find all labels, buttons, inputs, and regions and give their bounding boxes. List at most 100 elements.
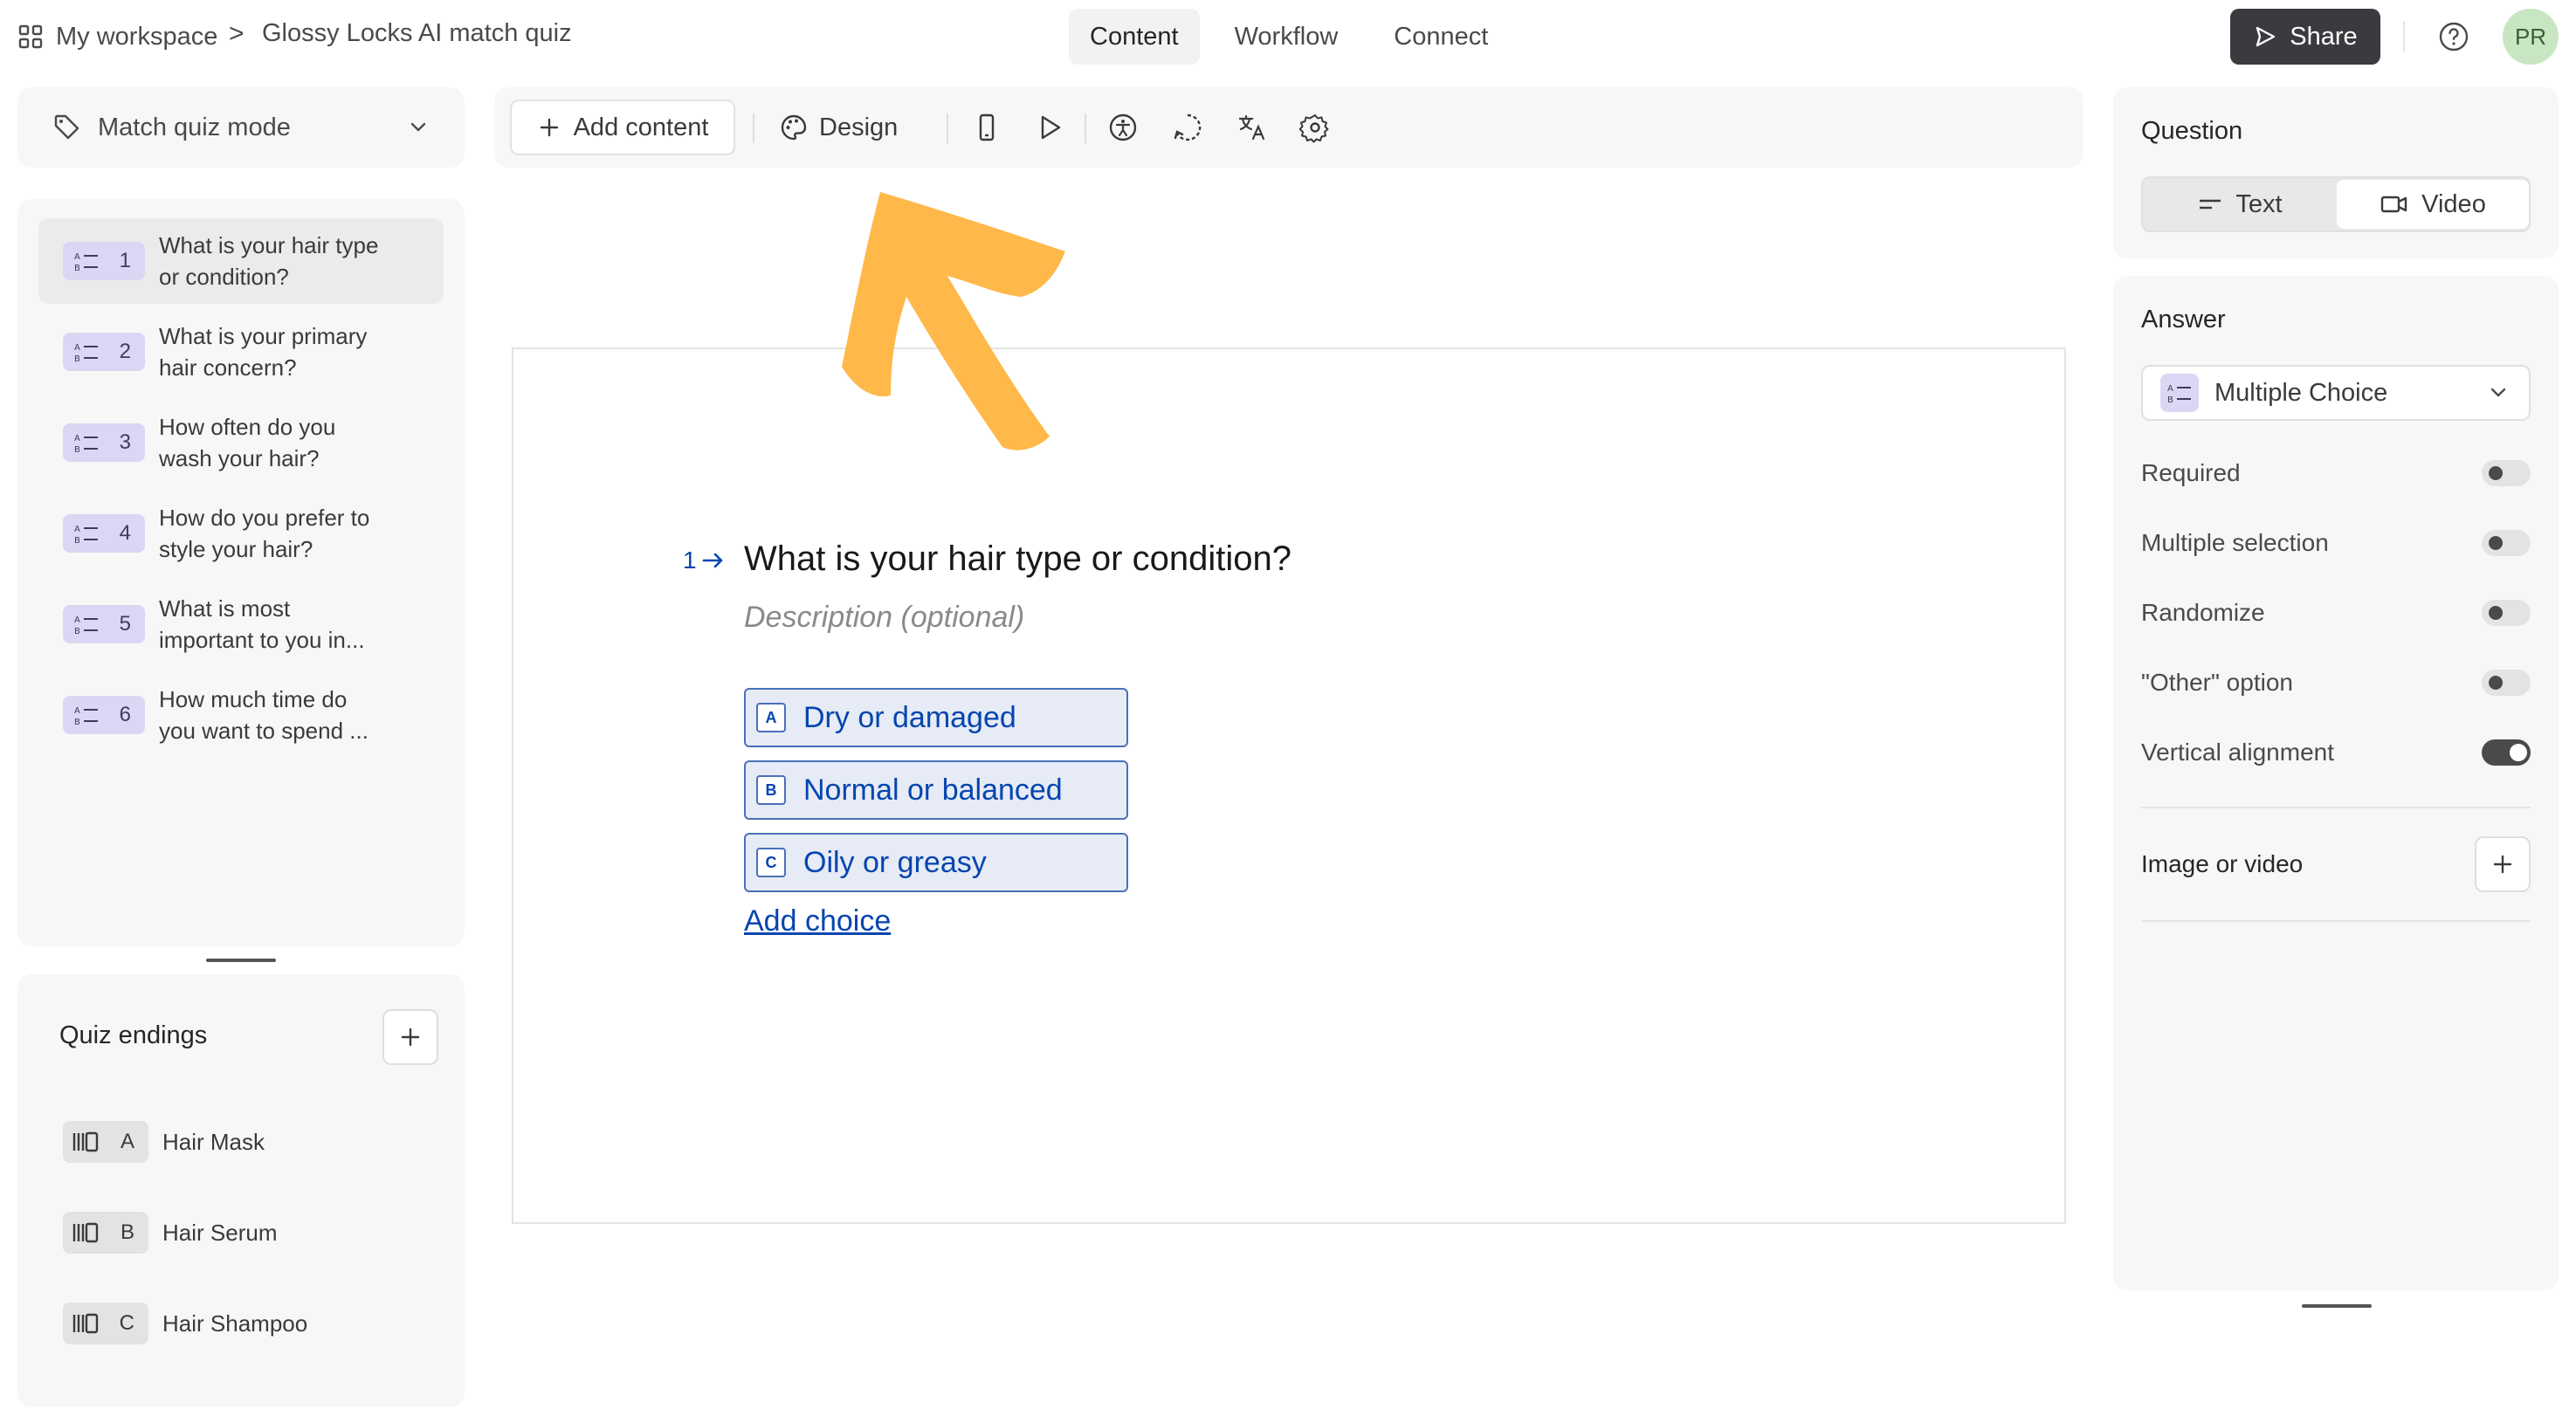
tag-icon <box>52 113 82 142</box>
quiz-endings-title: Quiz endings <box>59 1021 208 1049</box>
question-badge: AB 6 <box>63 696 145 734</box>
question-number: 5 <box>119 612 131 636</box>
question-badge: AB 5 <box>63 605 145 643</box>
svg-text:B: B <box>74 536 80 545</box>
tab-content[interactable]: Content <box>1069 9 1200 65</box>
ending-key: B <box>120 1220 134 1244</box>
multiple-choice-icon: AB <box>73 613 100 636</box>
resize-handle[interactable] <box>206 959 276 962</box>
question-number: 3 <box>119 430 131 454</box>
question-settings-title: Question <box>2141 117 2243 145</box>
question-format-toggle: Text Video <box>2141 176 2531 232</box>
ending-key: A <box>120 1130 134 1153</box>
question-item[interactable]: AB 3 How often do you wash your hair? <box>38 400 444 485</box>
format-text-option[interactable]: Text <box>2145 180 2335 229</box>
form-title[interactable]: Glossy Locks AI match quiz <box>262 19 572 48</box>
resize-handle[interactable] <box>2302 1304 2372 1308</box>
send-icon <box>2253 24 2277 49</box>
required-toggle[interactable] <box>2482 460 2531 486</box>
add-choice-link[interactable]: Add choice <box>744 904 891 938</box>
question-item[interactable]: AB 4 How do you prefer to style your hai… <box>38 491 444 576</box>
question-title[interactable]: What is your hair type or condition? <box>744 540 1291 579</box>
chevron-down-icon <box>407 116 430 139</box>
accessibility-icon[interactable] <box>1107 112 1139 143</box>
logic-icon[interactable] <box>1172 112 1203 143</box>
header-tabs: Content Workflow Connect <box>1069 9 1509 65</box>
ending-icon <box>72 1131 100 1153</box>
editor-toolbar: Add content Design <box>494 87 2084 168</box>
mobile-preview-icon[interactable] <box>971 112 1002 143</box>
svg-text:A: A <box>2167 384 2173 394</box>
randomize-toggle[interactable] <box>2482 600 2531 626</box>
question-text: What is most important to you in... <box>159 595 365 653</box>
question-item[interactable]: AB 6 How much time do you want to spend … <box>38 672 444 758</box>
add-ending-button[interactable] <box>382 1009 438 1065</box>
quiz-mode-selector[interactable]: Match quiz mode <box>17 87 465 168</box>
ending-item[interactable]: B Hair Serum <box>63 1212 277 1254</box>
avatar[interactable]: PR <box>2503 9 2559 65</box>
svg-text:B: B <box>74 264 80 272</box>
multiple-choice-icon: AB <box>73 340 100 363</box>
chevron-down-icon <box>2487 381 2510 404</box>
question-settings-panel: Question Text Video <box>2113 87 2559 258</box>
multiple-choice-icon: AB <box>73 522 100 545</box>
question-item[interactable]: AB 1 What is your hair type or condition… <box>38 218 444 304</box>
add-content-label: Add content <box>573 113 709 141</box>
tab-workflow[interactable]: Workflow <box>1214 9 1360 65</box>
setting-label: Randomize <box>2141 599 2265 626</box>
format-text-label: Text <box>2235 189 2283 218</box>
question-number: 4 <box>119 521 131 545</box>
video-icon <box>2380 193 2409 216</box>
question-badge: AB 4 <box>63 514 145 553</box>
help-icon[interactable] <box>2436 19 2471 54</box>
setting-label: Multiple selection <box>2141 529 2329 556</box>
answer-type-select[interactable]: AB Multiple Choice <box>2141 365 2531 421</box>
question-item[interactable]: AB 5 What is most important to you in... <box>38 581 444 667</box>
setting-multiple-selection: Multiple selection <box>2141 522 2531 564</box>
toolbar-divider <box>753 113 754 143</box>
vertical-alignment-toggle[interactable] <box>2482 739 2531 766</box>
settings-divider <box>2141 807 2531 808</box>
translate-icon[interactable] <box>1236 112 1268 143</box>
question-badge: AB 1 <box>63 242 145 280</box>
ending-label: Hair Serum <box>162 1219 278 1246</box>
choice-option[interactable]: A Dry or damaged <box>744 688 1128 747</box>
question-list: AB 1 What is your hair type or condition… <box>17 199 465 946</box>
multiple-selection-toggle[interactable] <box>2482 530 2531 556</box>
svg-text:B: B <box>74 445 80 454</box>
toolbar-divider <box>947 113 948 143</box>
quiz-endings-panel: Quiz endings A Hair Mask B Hair Serum C … <box>17 974 465 1407</box>
choice-option[interactable]: B Normal or balanced <box>744 760 1128 820</box>
add-media-button[interactable] <box>2475 836 2531 892</box>
svg-text:A: A <box>74 434 80 443</box>
share-button[interactable]: Share <box>2230 9 2380 65</box>
tab-connect[interactable]: Connect <box>1373 9 1509 65</box>
choice-label: Dry or damaged <box>803 700 1016 734</box>
settings-gear-icon[interactable] <box>1299 112 1331 143</box>
question-number-indicator: 1 <box>683 546 727 574</box>
breadcrumb-workspace-label: My workspace <box>56 22 218 51</box>
svg-text:B: B <box>74 627 80 636</box>
question-description[interactable]: Description (optional) <box>744 601 1024 635</box>
ending-item[interactable]: C Hair Shampoo <box>63 1303 307 1344</box>
other-option-toggle[interactable] <box>2482 670 2531 696</box>
breadcrumb-workspace[interactable]: My workspace <box>17 17 217 56</box>
question-item[interactable]: AB 2 What is your primary hair concern? <box>38 309 444 395</box>
plus-icon <box>537 115 561 140</box>
add-content-button[interactable]: Add content <box>510 100 735 155</box>
ending-badge: A <box>63 1121 148 1163</box>
format-video-option[interactable]: Video <box>2337 180 2529 229</box>
svg-text:B: B <box>2167 395 2173 404</box>
top-bar: My workspace > Glossy Locks AI match qui… <box>0 0 2576 77</box>
play-icon[interactable] <box>1034 112 1065 143</box>
choice-option[interactable]: C Oily or greasy <box>744 833 1128 892</box>
svg-text:B: B <box>74 718 80 726</box>
format-video-label: Video <box>2421 189 2486 218</box>
settings-divider <box>2141 920 2531 922</box>
choice-label: Oily or greasy <box>803 845 987 879</box>
design-label: Design <box>819 113 899 141</box>
ending-item[interactable]: A Hair Mask <box>63 1121 265 1163</box>
setting-required: Required <box>2141 452 2531 494</box>
question-text: How often do you wash your hair? <box>159 414 336 471</box>
choice-label: Normal or balanced <box>803 773 1063 807</box>
